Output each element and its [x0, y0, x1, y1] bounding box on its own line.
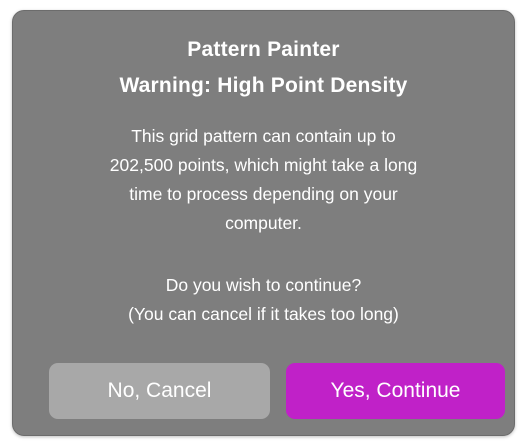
continue-button[interactable]: Yes, Continue — [286, 363, 505, 419]
cancel-hint: (You can cancel if it takes too long) — [128, 304, 399, 324]
warning-dialog: Pattern Painter Warning: High Point Dens… — [12, 10, 515, 436]
message-line-4: computer. — [225, 213, 302, 233]
message-line-1: This grid pattern can contain up to — [131, 126, 396, 146]
message-line-2: 202,500 points, which might take a long — [109, 155, 418, 175]
dialog-warning-title: Warning: High Point Density — [119, 74, 408, 97]
message-line-3: time to process depending on your — [129, 184, 398, 204]
continue-question: Do you wish to continue? — [165, 275, 362, 295]
dialog-app-title: Pattern Painter — [187, 38, 340, 61]
cancel-button[interactable]: No, Cancel — [49, 363, 270, 419]
